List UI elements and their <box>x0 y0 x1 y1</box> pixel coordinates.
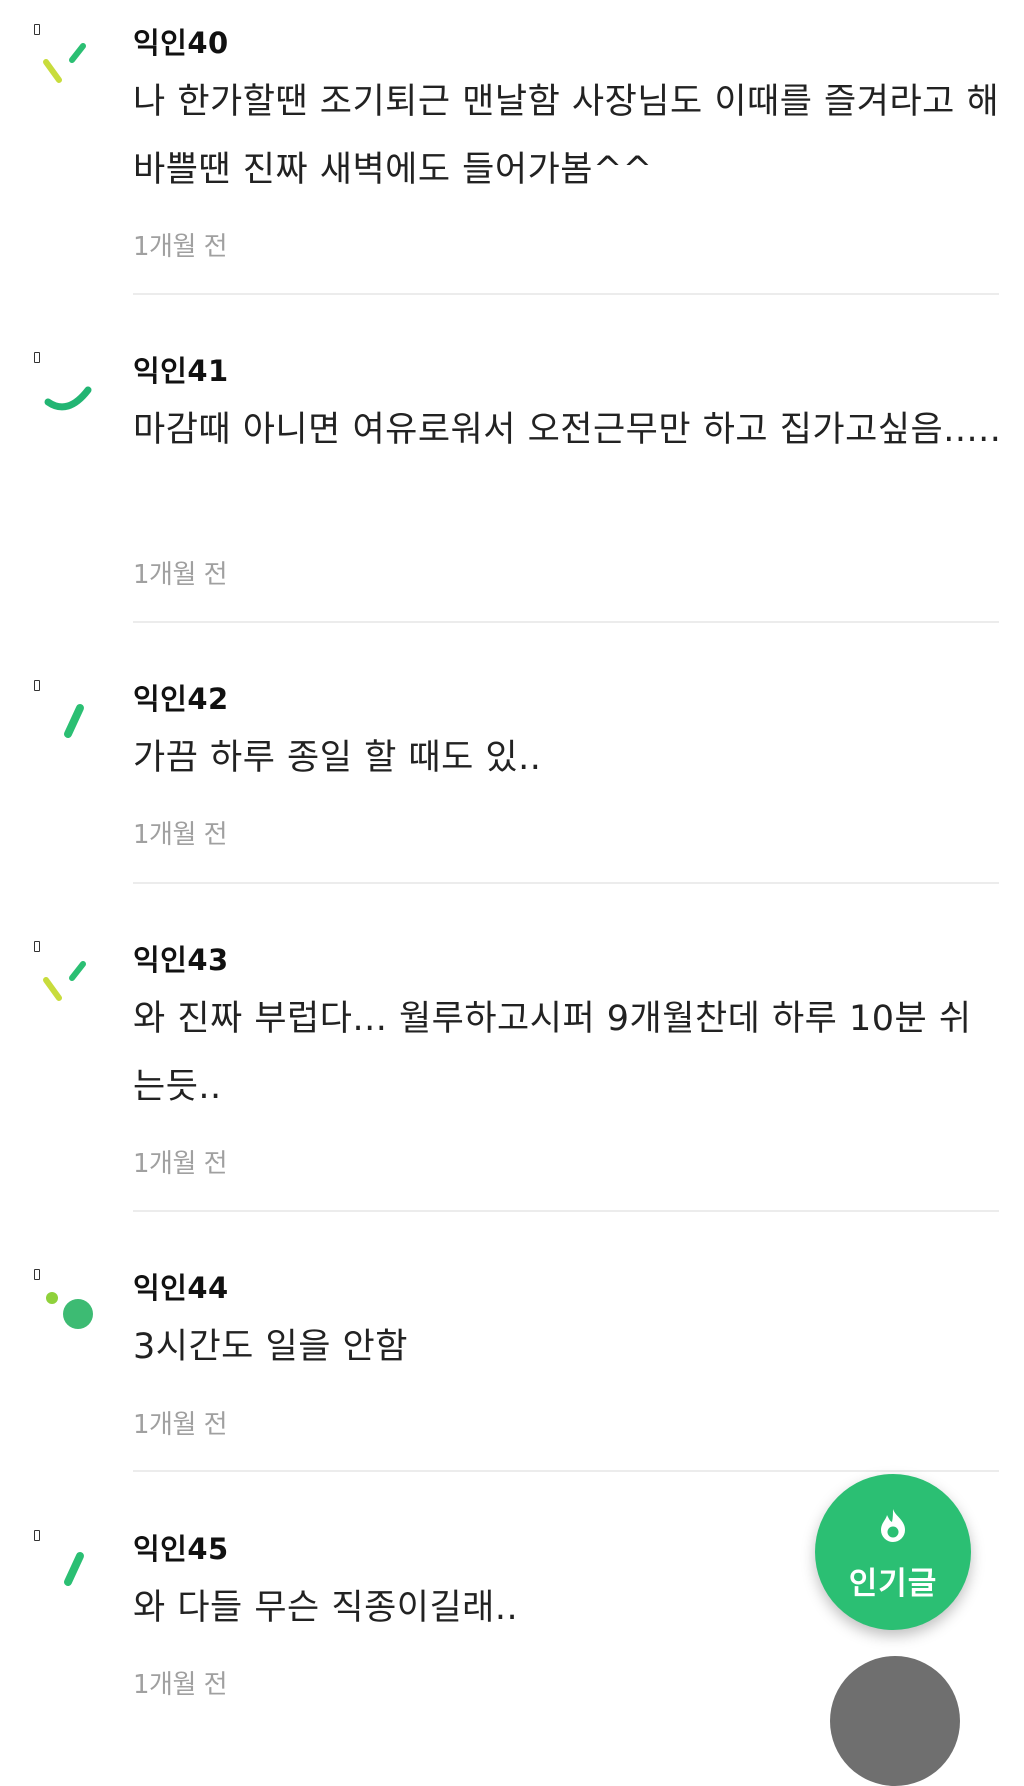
comment-time: 1개월 전 <box>133 1410 228 1440</box>
marker-icon <box>34 352 40 363</box>
divider <box>133 293 999 295</box>
comment-time: 1개월 전 <box>133 232 228 262</box>
two-slash-icon <box>43 961 86 1001</box>
popular-posts-label: 인기글 <box>848 1566 938 1602</box>
comment-author: 익인42 <box>133 682 229 716</box>
comment-text: 가끔 하루 종일 할 때도 있.. <box>133 738 542 778</box>
marker-icon <box>34 941 40 952</box>
comment-text: 3시간도 일을 안함 <box>133 1327 408 1367</box>
comment-author: 익인43 <box>133 943 229 977</box>
marker-icon <box>34 24 40 35</box>
comment-author: 익인45 <box>133 1532 229 1566</box>
marker-icon <box>34 1269 40 1280</box>
comment-author: 익인44 <box>133 1271 229 1305</box>
divider <box>133 1210 999 1212</box>
comment-time: 1개월 전 <box>133 1149 228 1179</box>
comment-time: 1개월 전 <box>133 560 228 590</box>
two-slash-icon <box>43 43 86 83</box>
divider <box>133 1470 999 1472</box>
comment-time: 1개월 전 <box>133 1670 228 1700</box>
two-dots-icon <box>46 1292 93 1329</box>
popular-posts-button[interactable]: 인기글 <box>815 1474 971 1630</box>
divider <box>133 621 999 623</box>
comment-text: 나 한가할땐 조기퇴근 맨날함 사장님도 이때를 즐겨라고 해 바쁠땐 진짜 새… <box>133 82 1000 190</box>
flame-icon <box>881 1509 905 1542</box>
comment-time: 1개월 전 <box>133 820 228 850</box>
comment-text: 와 진짜 부럽다... 월루하고시퍼 9개월찬데 하루 10분 쉬는듯.. <box>133 999 972 1107</box>
single-slash-icon <box>64 704 84 738</box>
marker-icon <box>34 1530 40 1541</box>
comment-author: 익인41 <box>133 354 229 388</box>
comment-author: 익인40 <box>133 26 229 60</box>
curve-icon <box>44 386 92 411</box>
scroll-top-button[interactable] <box>830 1656 960 1786</box>
divider <box>133 882 999 884</box>
marker-icon <box>34 680 40 691</box>
single-slash-icon <box>64 1552 84 1586</box>
comment-text: 마감때 아니면 여유로워서 오전근무만 하고 집가고싶음..... <box>133 410 1002 450</box>
